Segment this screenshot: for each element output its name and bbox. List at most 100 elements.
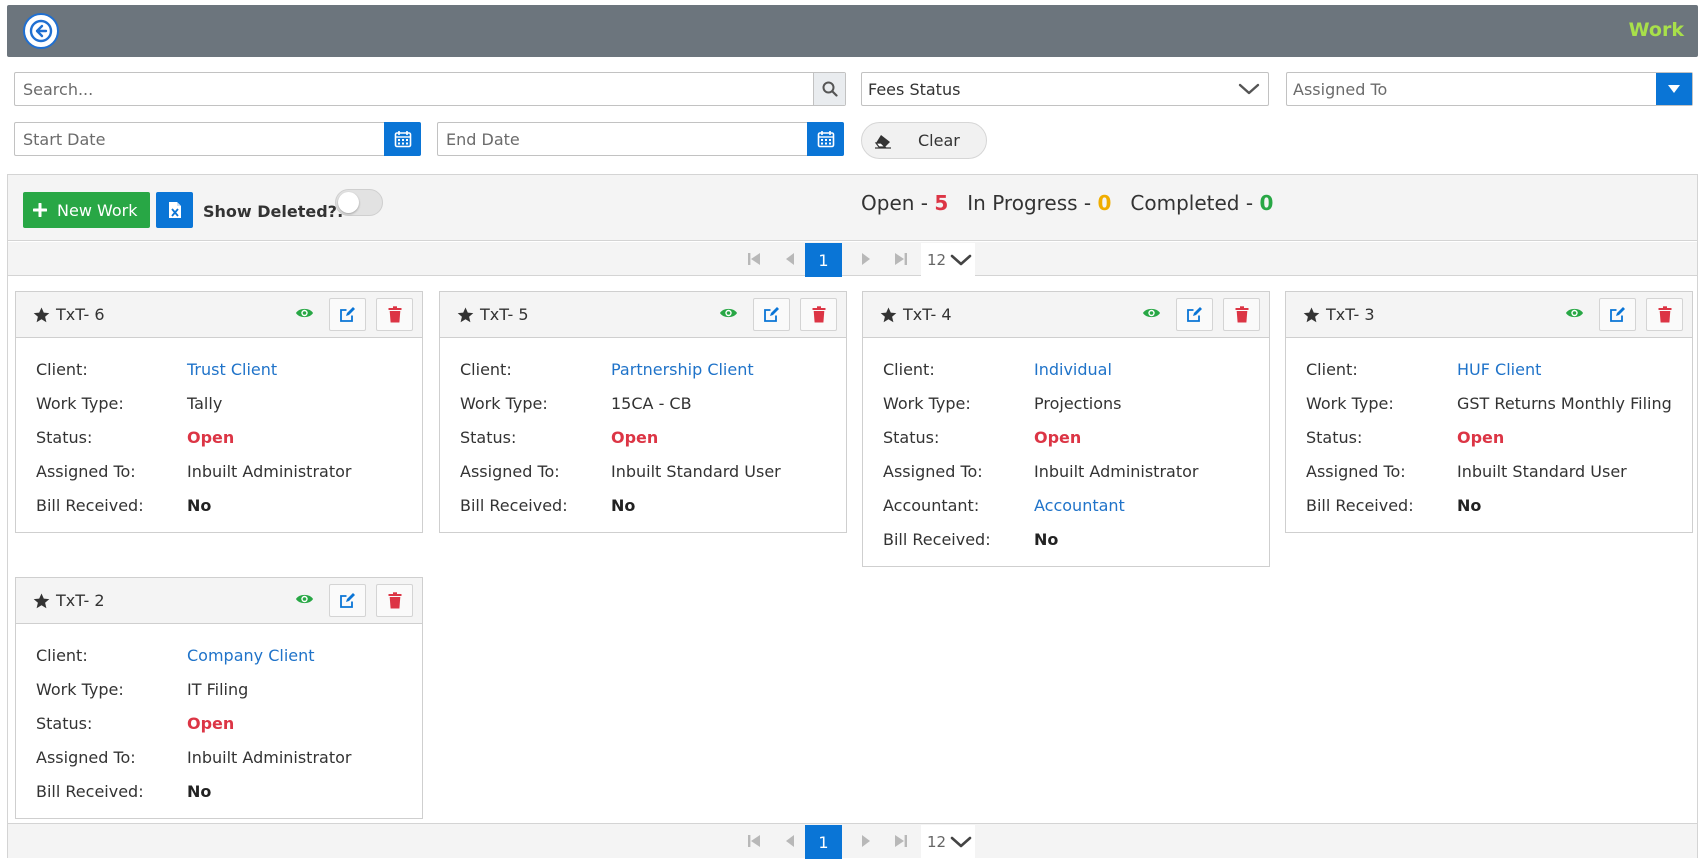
current-page-button[interactable]: 1	[805, 825, 842, 859]
view-button[interactable]	[1142, 305, 1161, 324]
delete-button[interactable]	[376, 298, 413, 331]
delete-button[interactable]	[1646, 298, 1683, 331]
card-field-label: Client:	[460, 359, 512, 379]
edit-button[interactable]	[753, 298, 790, 331]
last-page-button[interactable]	[891, 831, 911, 851]
chevron-down-icon	[950, 836, 972, 848]
assigned-to-dropdown-button[interactable]	[1656, 73, 1692, 105]
card-field-label: Status:	[883, 427, 940, 447]
card-field-label: Accountant:	[883, 495, 980, 515]
eye-icon	[296, 308, 313, 318]
new-work-button[interactable]: New Work	[23, 192, 150, 228]
edit-icon	[340, 593, 355, 608]
fees-status-select[interactable]: Fees Status	[861, 72, 1269, 106]
card-header: TxT- 2	[16, 578, 422, 624]
card-title: TxT- 5	[457, 305, 529, 324]
card-field-value[interactable]: Partnership Client	[611, 360, 754, 379]
card-field-value: Inbuilt Standard User	[611, 461, 781, 481]
prev-page-button[interactable]	[780, 831, 800, 851]
edit-button[interactable]	[329, 298, 366, 331]
card-field-row: Client: Individual	[883, 352, 1269, 386]
next-page-button[interactable]	[856, 249, 876, 269]
card-field-value: Inbuilt Administrator	[187, 461, 352, 481]
card-field-label: Client:	[883, 359, 935, 379]
card-field-value: Inbuilt Administrator	[187, 747, 352, 767]
delete-button[interactable]	[800, 298, 837, 331]
star-icon	[1303, 307, 1320, 322]
last-page-button[interactable]	[891, 249, 911, 269]
search-box	[14, 72, 846, 106]
toggle-knob	[338, 192, 359, 213]
card-field-label: Assigned To:	[36, 747, 136, 767]
card-field-label: Client:	[36, 645, 88, 665]
card-field-value[interactable]: Company Client	[187, 646, 315, 665]
new-work-label: New Work	[57, 200, 138, 220]
card-field-row: Client: Trust Client	[36, 352, 422, 386]
export-excel-button[interactable]	[156, 192, 193, 228]
card-field-row: Bill Received: No	[1306, 488, 1692, 522]
first-page-button[interactable]	[744, 831, 764, 851]
start-date-calendar-button[interactable]	[384, 122, 421, 156]
work-card: TxT- 5 Client: Partnership Client Work Type…	[439, 291, 847, 533]
trash-icon	[388, 306, 401, 323]
assigned-to-select[interactable]: Assigned To	[1286, 72, 1693, 106]
eye-icon	[1566, 308, 1583, 318]
card-field-row: Assigned To: Inbuilt Standard User	[1306, 454, 1692, 488]
view-button[interactable]	[295, 591, 314, 610]
card-title-text: TxT- 6	[56, 305, 105, 324]
excel-file-icon	[168, 202, 181, 218]
edit-icon	[1187, 307, 1202, 322]
search-input[interactable]	[15, 73, 845, 105]
card-field-value[interactable]: HUF Client	[1457, 360, 1541, 379]
card-field-row: Bill Received: No	[36, 488, 422, 522]
page-size-select[interactable]: 12	[921, 825, 975, 859]
delete-button[interactable]	[1223, 298, 1260, 331]
edit-button[interactable]	[1176, 298, 1213, 331]
card-field-value: Open	[611, 427, 659, 447]
edit-button[interactable]	[1599, 298, 1636, 331]
card-field-value[interactable]: Individual	[1034, 360, 1112, 379]
current-page-button[interactable]: 1	[805, 243, 842, 277]
end-date-calendar-button[interactable]	[807, 122, 844, 156]
card-field-value[interactable]: Trust Client	[187, 360, 277, 379]
next-page-button[interactable]	[856, 831, 876, 851]
card-field-value: No	[187, 495, 212, 515]
top-header: Work	[7, 5, 1698, 57]
card-field-row: Work Type: Tally	[36, 386, 422, 420]
last-page-icon	[895, 253, 907, 265]
back-button[interactable]	[23, 13, 59, 49]
card-field-row: Status: Open	[36, 706, 422, 740]
first-page-button[interactable]	[744, 249, 764, 269]
eye-icon	[720, 308, 737, 318]
show-deleted-toggle[interactable]	[335, 189, 383, 216]
open-summary: Open - 5	[861, 191, 948, 215]
chevron-down-icon	[1238, 83, 1260, 95]
search-button[interactable]	[813, 73, 845, 105]
card-field-value[interactable]: Accountant	[1034, 496, 1125, 515]
edit-button[interactable]	[329, 584, 366, 617]
card-header: TxT- 4	[863, 292, 1269, 338]
first-page-icon	[748, 253, 760, 265]
card-body: Client: HUF Client Work Type: GST Returns M…	[1286, 338, 1692, 532]
open-count: 5	[934, 191, 949, 215]
card-field-row: Assigned To: Inbuilt Administrator	[36, 454, 422, 488]
work-card: TxT- 6 Client: Trust Client Work Type: Tally…	[15, 291, 423, 533]
card-field-label: Client:	[36, 359, 88, 379]
eraser-icon	[874, 134, 891, 149]
card-field-label: Assigned To:	[460, 461, 560, 481]
card-title-text: TxT- 2	[56, 591, 105, 610]
trash-icon	[1235, 306, 1248, 323]
page-size-select[interactable]: 12	[921, 243, 975, 277]
view-button[interactable]	[719, 305, 738, 324]
start-date-input[interactable]	[15, 123, 420, 155]
view-button[interactable]	[295, 305, 314, 324]
delete-button[interactable]	[376, 584, 413, 617]
arrow-left-icon	[29, 19, 53, 43]
card-field-label: Assigned To:	[1306, 461, 1406, 481]
prev-page-button[interactable]	[780, 249, 800, 269]
end-date-input[interactable]	[438, 123, 843, 155]
card-field-value: Open	[1034, 427, 1082, 447]
view-button[interactable]	[1565, 305, 1584, 324]
clear-button[interactable]: Clear	[861, 122, 987, 159]
card-field-label: Bill Received:	[36, 495, 144, 515]
